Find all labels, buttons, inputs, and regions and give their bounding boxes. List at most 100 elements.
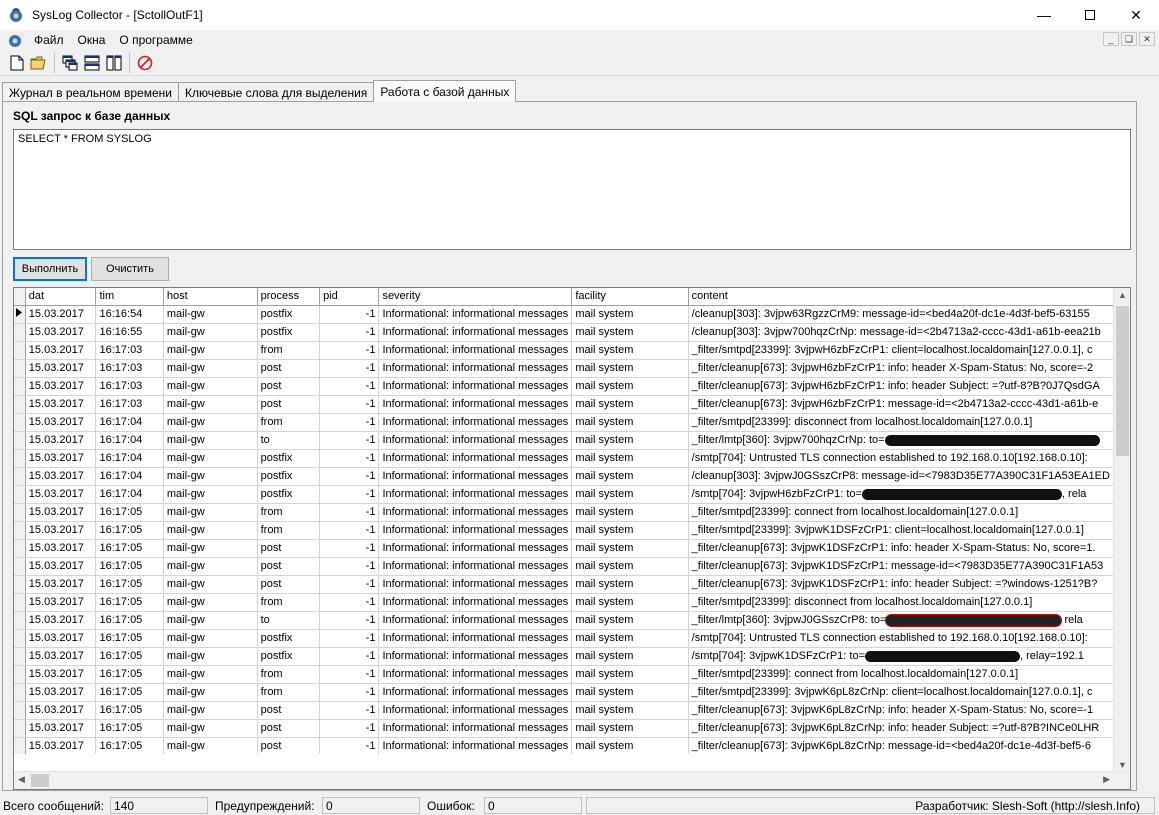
column-header-facility[interactable]: facility — [571, 288, 689, 306]
cell-severity[interactable]: Informational: informational messages — [378, 395, 573, 414]
cell-content[interactable]: _filter/lmtp[360]: 3vjpw700hqzCrNp: to= — [688, 431, 1114, 450]
clear-button[interactable]: Очистить — [91, 257, 169, 281]
table-row[interactable]: 15.03.2017 16:17:03 mail-gw post -1 Informati… — [14, 377, 1114, 396]
cell-dat[interactable]: 15.03.2017 — [25, 647, 97, 666]
table-row[interactable]: 15.03.2017 16:17:05 mail-gw post -1 Informati… — [14, 539, 1114, 558]
cell-dat[interactable]: 15.03.2017 — [25, 341, 97, 360]
column-header-severity[interactable]: severity — [378, 288, 573, 306]
cell-content[interactable]: _filter/cleanup[673]: 3vjpwK6pL8zCrNp: i… — [688, 719, 1114, 738]
cell-pid[interactable]: -1 — [319, 341, 380, 360]
results-grid[interactable]: dat tim host process pid severity facility cont… — [13, 287, 1131, 790]
vertical-scrollbar[interactable]: ▲ ▼ — [1113, 288, 1130, 772]
cell-host[interactable]: mail-gw — [163, 305, 258, 324]
cell-severity[interactable]: Informational: informational messages — [378, 413, 573, 432]
table-row[interactable]: 15.03.2017 16:17:05 mail-gw postfix -1 Inform… — [14, 647, 1114, 666]
cell-content[interactable]: _filter/cleanup[673]: 3vjpwH6zbFzCrP1: i… — [688, 377, 1114, 396]
row-selector[interactable] — [14, 503, 26, 522]
cell-severity[interactable]: Informational: informational messages — [378, 629, 573, 648]
row-selector[interactable] — [14, 593, 26, 612]
cell-facility[interactable]: mail system — [571, 377, 689, 396]
cell-content[interactable]: /cleanup[303]: 3vjpwJ0GSszCrP8: message-… — [688, 467, 1114, 486]
cell-process[interactable]: post — [257, 737, 321, 754]
cell-process[interactable]: postfix — [257, 467, 321, 486]
cell-severity[interactable]: Informational: informational messages — [378, 737, 573, 754]
cell-tim[interactable]: 16:17:04 — [95, 413, 164, 432]
cell-tim[interactable]: 16:16:55 — [95, 323, 164, 342]
cell-host[interactable]: mail-gw — [163, 629, 258, 648]
cell-dat[interactable]: 15.03.2017 — [25, 593, 97, 612]
row-selector[interactable] — [14, 521, 26, 540]
child-minimize-button[interactable]: _ — [1103, 32, 1119, 46]
cell-pid[interactable]: -1 — [319, 377, 380, 396]
row-selector[interactable] — [14, 485, 26, 504]
cell-host[interactable]: mail-gw — [163, 431, 258, 450]
cell-host[interactable]: mail-gw — [163, 647, 258, 666]
cell-content[interactable]: _filter/cleanup[673]: 3vjpwK6pL8zCrNp: m… — [688, 737, 1114, 754]
cell-facility[interactable]: mail system — [571, 485, 689, 504]
new-file-icon[interactable] — [6, 52, 28, 74]
scroll-right-icon[interactable]: ▶ — [1103, 774, 1110, 785]
cell-process[interactable]: from — [257, 341, 321, 360]
row-selector[interactable] — [14, 557, 26, 576]
cell-pid[interactable]: -1 — [319, 557, 380, 576]
cell-content[interactable]: /smtp[704]: 3vjpwK1DSFzCrP1: to= , relay=… — [688, 647, 1114, 666]
tab-keywords[interactable]: Ключевые слова для выделения — [177, 82, 375, 102]
cell-process[interactable]: from — [257, 521, 321, 540]
menu-about[interactable]: О программе — [112, 33, 199, 47]
cell-pid[interactable]: -1 — [319, 539, 380, 558]
cell-host[interactable]: mail-gw — [163, 413, 258, 432]
stop-icon[interactable] — [134, 52, 156, 74]
table-row[interactable]: 15.03.2017 16:17:04 mail-gw postfix -1 Inform… — [14, 449, 1114, 468]
cell-content[interactable]: /smtp[704]: 3vjpwH6zbFzCrP1: to= , rela — [688, 485, 1114, 504]
vertical-scroll-thumb[interactable] — [1116, 306, 1129, 456]
cell-host[interactable]: mail-gw — [163, 341, 258, 360]
table-row[interactable]: 15.03.2017 16:17:05 mail-gw from -1 Informati… — [14, 503, 1114, 522]
cell-pid[interactable]: -1 — [319, 593, 380, 612]
cell-dat[interactable]: 15.03.2017 — [25, 575, 97, 594]
cell-pid[interactable]: -1 — [319, 629, 380, 648]
cell-dat[interactable]: 15.03.2017 — [25, 719, 97, 738]
scroll-down-icon[interactable]: ▼ — [1118, 760, 1127, 770]
cell-content[interactable]: /cleanup[303]: 3vjpw63RgzzCrM9: message-… — [688, 305, 1114, 324]
child-close-button[interactable]: ✕ — [1139, 32, 1155, 46]
row-selector[interactable] — [14, 665, 26, 684]
cell-host[interactable]: mail-gw — [163, 359, 258, 378]
row-selector[interactable] — [14, 701, 26, 720]
cell-severity[interactable]: Informational: informational messages — [378, 323, 573, 342]
cell-host[interactable]: mail-gw — [163, 719, 258, 738]
cell-severity[interactable]: Informational: informational messages — [378, 359, 573, 378]
cell-facility[interactable]: mail system — [571, 395, 689, 414]
open-folder-icon[interactable] — [28, 52, 50, 74]
cell-process[interactable]: postfix — [257, 647, 321, 666]
cell-pid[interactable]: -1 — [319, 485, 380, 504]
cell-severity[interactable]: Informational: informational messages — [378, 377, 573, 396]
table-row[interactable]: 15.03.2017 16:17:04 mail-gw postfix -1 Inform… — [14, 485, 1114, 504]
cell-severity[interactable]: Informational: informational messages — [378, 575, 573, 594]
cell-process[interactable]: from — [257, 413, 321, 432]
cell-content[interactable]: _filter/smtpd[23399]: 3vjpwK6pL8zCrNp: c… — [688, 683, 1114, 702]
cell-dat[interactable]: 15.03.2017 — [25, 539, 97, 558]
close-button[interactable]: ✕ — [1113, 0, 1159, 30]
row-selector[interactable] — [14, 431, 26, 450]
cell-tim[interactable]: 16:17:05 — [95, 665, 164, 684]
cell-content[interactable]: _filter/smtpd[23399]: disconnect from lo… — [688, 593, 1114, 612]
tile-horizontal-icon[interactable] — [81, 52, 103, 74]
cell-host[interactable]: mail-gw — [163, 539, 258, 558]
cell-tim[interactable]: 16:17:04 — [95, 485, 164, 504]
cell-process[interactable]: post — [257, 557, 321, 576]
row-selector[interactable] — [14, 539, 26, 558]
table-row[interactable]: 15.03.2017 16:17:05 mail-gw post -1 Informati… — [14, 575, 1114, 594]
row-selector[interactable] — [14, 341, 26, 360]
cell-pid[interactable]: -1 — [319, 575, 380, 594]
cell-tim[interactable]: 16:17:05 — [95, 521, 164, 540]
cell-dat[interactable]: 15.03.2017 — [25, 683, 97, 702]
cell-content[interactable]: _filter/smtpd[23399]: 3vjpwH6zbFzCrP1: c… — [688, 341, 1114, 360]
horizontal-scroll-thumb[interactable] — [31, 774, 49, 787]
cell-process[interactable]: from — [257, 593, 321, 612]
table-row[interactable]: 15.03.2017 16:17:04 mail-gw postfix -1 Inform… — [14, 467, 1114, 486]
cell-content[interactable]: _filter/smtpd[23399]: connect from local… — [688, 503, 1114, 522]
cell-host[interactable]: mail-gw — [163, 557, 258, 576]
cell-host[interactable]: mail-gw — [163, 665, 258, 684]
cell-content[interactable]: _filter/cleanup[673]: 3vjpwK1DSFzCrP1: i… — [688, 575, 1114, 594]
cell-tim[interactable]: 16:17:05 — [95, 503, 164, 522]
